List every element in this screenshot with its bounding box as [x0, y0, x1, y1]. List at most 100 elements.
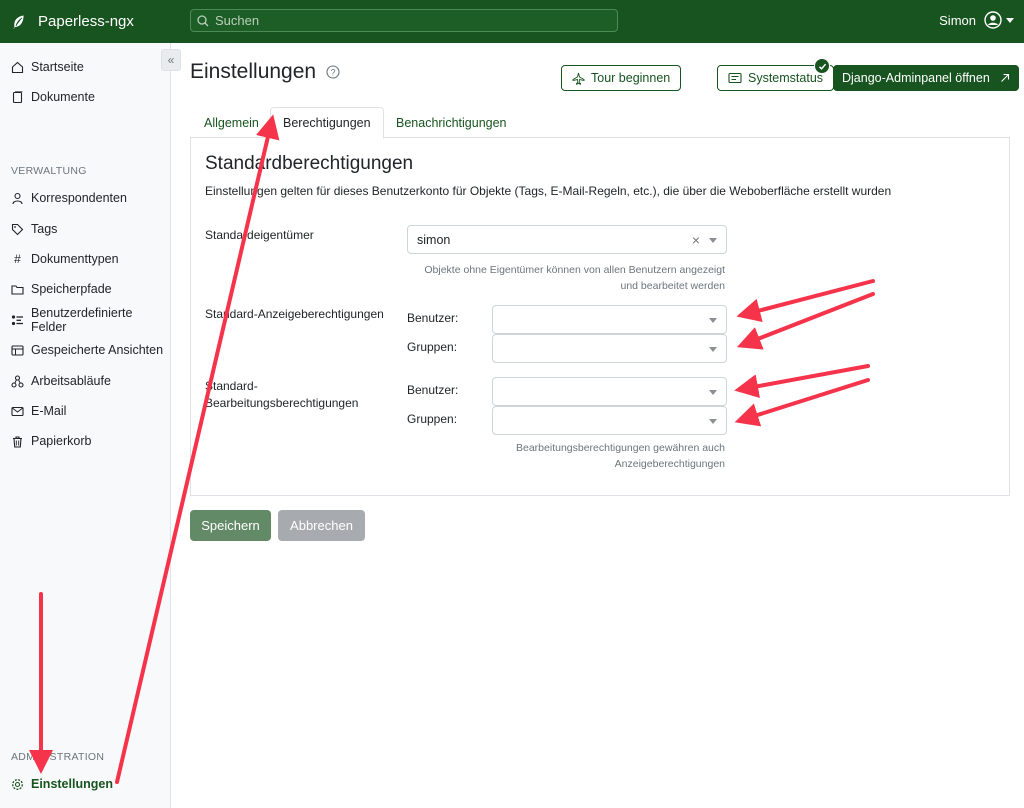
tab-benachrichtigungen[interactable]: Benachrichtigungen — [384, 107, 519, 138]
user-avatar-icon — [984, 11, 1002, 29]
clear-icon[interactable]: × — [692, 232, 700, 248]
sidebar-item-email[interactable]: E-Mail — [11, 401, 66, 421]
user-menu[interactable]: Simon — [939, 11, 1014, 29]
help-icon[interactable]: ? — [326, 65, 340, 79]
envelope-icon — [11, 406, 24, 416]
folder-icon — [11, 284, 24, 295]
owner-hint: Objekte ohne Eigentümer können von allen… — [424, 262, 725, 294]
page-title-text: Einstellungen — [190, 60, 317, 83]
tab-label: Berechtigungen — [283, 116, 371, 130]
chevron-down-icon — [709, 318, 717, 323]
edit-users-label: Benutzer: — [407, 383, 459, 397]
saved-views-icon — [11, 344, 24, 356]
search-input[interactable] — [215, 13, 595, 28]
chevron-down-icon — [709, 347, 717, 352]
view-groups-select[interactable] — [492, 334, 727, 363]
sidebar-item-label: Benutzerdefinierte Felder — [31, 306, 133, 334]
owner-hint-line: Objekte ohne Eigentümer können von allen… — [424, 264, 725, 276]
trash-icon — [13, 435, 22, 448]
leaf-logo-icon — [12, 14, 25, 30]
sidebar-collapse-button[interactable]: « — [161, 49, 181, 71]
django-admin-button[interactable]: Django-Adminpanel öffnen — [833, 65, 1019, 91]
default-owner-select[interactable]: simon × — [407, 225, 727, 254]
app-name: Paperless-ngx — [38, 13, 134, 30]
app-brand[interactable]: Paperless-ngx — [0, 13, 190, 30]
edit-hint: Bearbeitungsberechtigungen gewähren auch… — [516, 440, 725, 472]
tab-label: Benachrichtigungen — [396, 115, 507, 130]
sidebar-item-benutzerdefinierte-felder[interactable]: Benutzerdefinierte Felder — [11, 306, 170, 334]
permissions-panel: Standardberechtigungen Einstellungen gel… — [190, 138, 1010, 496]
tag-icon — [11, 223, 24, 235]
edit-label-line: Standard- — [205, 379, 258, 393]
default-edit-permissions-label: Standard- Bearbeitungsberechtigungen — [205, 378, 395, 412]
tab-label: Allgemein — [204, 115, 259, 130]
home-icon — [11, 61, 24, 73]
sidebar-item-speicherpfade[interactable]: Speicherpfade — [11, 279, 112, 299]
sidebar-item-label: Tags — [31, 222, 58, 236]
custom-fields-icon — [11, 314, 23, 325]
airplane-icon — [572, 72, 585, 85]
double-chevron-left-icon: « — [167, 53, 175, 67]
owner-hint-line: und bearbeitet werden — [620, 280, 726, 292]
sidebar: « Startseite Dokumente VERWALTUNG Korres… — [0, 43, 181, 808]
status-card-icon — [728, 72, 742, 84]
sidebar-section-header: VERWALTUNG — [11, 165, 87, 177]
sidebar-item-label: E-Mail — [31, 404, 67, 418]
sidebar-item-papierkorb[interactable]: Papierkorb — [11, 431, 91, 451]
sidebar-item-korrespondenten[interactable]: Korrespondenten — [11, 188, 127, 208]
svg-text:?: ? — [331, 67, 336, 77]
sidebar-item-label: Dokumenttypen — [31, 252, 119, 266]
sidebar-item-dokumenttypen[interactable]: # Dokumenttypen — [11, 249, 119, 269]
edit-users-select[interactable] — [492, 377, 727, 406]
sidebar-item-label: Arbeitsabläufe — [31, 374, 111, 388]
view-groups-label: Gruppen: — [407, 340, 458, 354]
edit-groups-select[interactable] — [492, 406, 727, 435]
search-box[interactable] — [190, 9, 618, 32]
save-button[interactable]: Speichern — [190, 510, 271, 541]
tab-berechtigungen[interactable]: Berechtigungen — [270, 107, 384, 139]
system-status-label: Systemstatus — [748, 71, 824, 85]
tab-allgemein[interactable]: Allgemein — [192, 107, 271, 138]
sidebar-section-header: ADMINISTRATION — [11, 751, 105, 763]
sidebar-item-gespeicherte-ansichten[interactable]: Gespeicherte Ansichten — [11, 340, 163, 360]
sidebar-item-label: Einstellungen — [31, 777, 113, 791]
section-description: Einstellungen gelten für dieses Benutzer… — [205, 184, 892, 198]
sidebar-item-label: Speicherpfade — [31, 282, 112, 296]
status-ok-badge — [814, 58, 830, 74]
sidebar-item-label: Korrespondenten — [31, 191, 127, 205]
hash-icon: # — [14, 252, 21, 266]
documents-icon — [12, 90, 23, 103]
section-title: Standardberechtigungen — [205, 153, 414, 174]
default-view-permissions-label: Standard-Anzeigeberechtigungen — [205, 307, 384, 321]
cancel-button[interactable]: Abbrechen — [278, 510, 365, 541]
settings-tabs: Allgemein Berechtigungen Benachrichtigun… — [190, 107, 1010, 139]
chevron-down-icon — [709, 390, 717, 395]
gear-icon — [12, 778, 23, 790]
workflow-icon — [11, 374, 24, 388]
external-arrow-icon — [1000, 73, 1009, 82]
sidebar-item-label: Startseite — [31, 60, 84, 74]
sidebar-item-label: Papierkorb — [31, 434, 92, 448]
view-users-select[interactable] — [492, 305, 727, 334]
sidebar-item-dokumente[interactable]: Dokumente — [11, 87, 95, 107]
sidebar-item-einstellungen[interactable]: Einstellungen — [11, 774, 113, 794]
chevron-down-icon — [709, 238, 717, 243]
chevron-down-icon — [709, 419, 717, 424]
edit-groups-label: Gruppen: — [407, 412, 458, 426]
django-admin-label: Django-Adminpanel öffnen — [842, 71, 990, 85]
edit-label-line: Bearbeitungsberechtigungen — [205, 396, 359, 410]
sidebar-item-tags[interactable]: Tags — [11, 219, 57, 239]
chevron-down-icon — [1006, 17, 1014, 23]
edit-hint-line: Anzeigeberechtigungen — [614, 458, 725, 470]
checkmark-icon — [818, 63, 826, 70]
default-owner-label: Standardeigentümer — [205, 228, 314, 242]
person-icon — [12, 192, 23, 204]
tour-button[interactable]: Tour beginnen — [561, 65, 682, 91]
page-title: Einstellungen ? — [190, 60, 340, 84]
sidebar-item-startseite[interactable]: Startseite — [11, 57, 84, 77]
user-name: Simon — [939, 12, 976, 28]
sidebar-item-label: Dokumente — [31, 90, 95, 104]
tour-button-label: Tour beginnen — [591, 71, 671, 85]
search-icon — [197, 14, 209, 26]
sidebar-item-arbeitsablaeufe[interactable]: Arbeitsabläufe — [11, 371, 111, 391]
